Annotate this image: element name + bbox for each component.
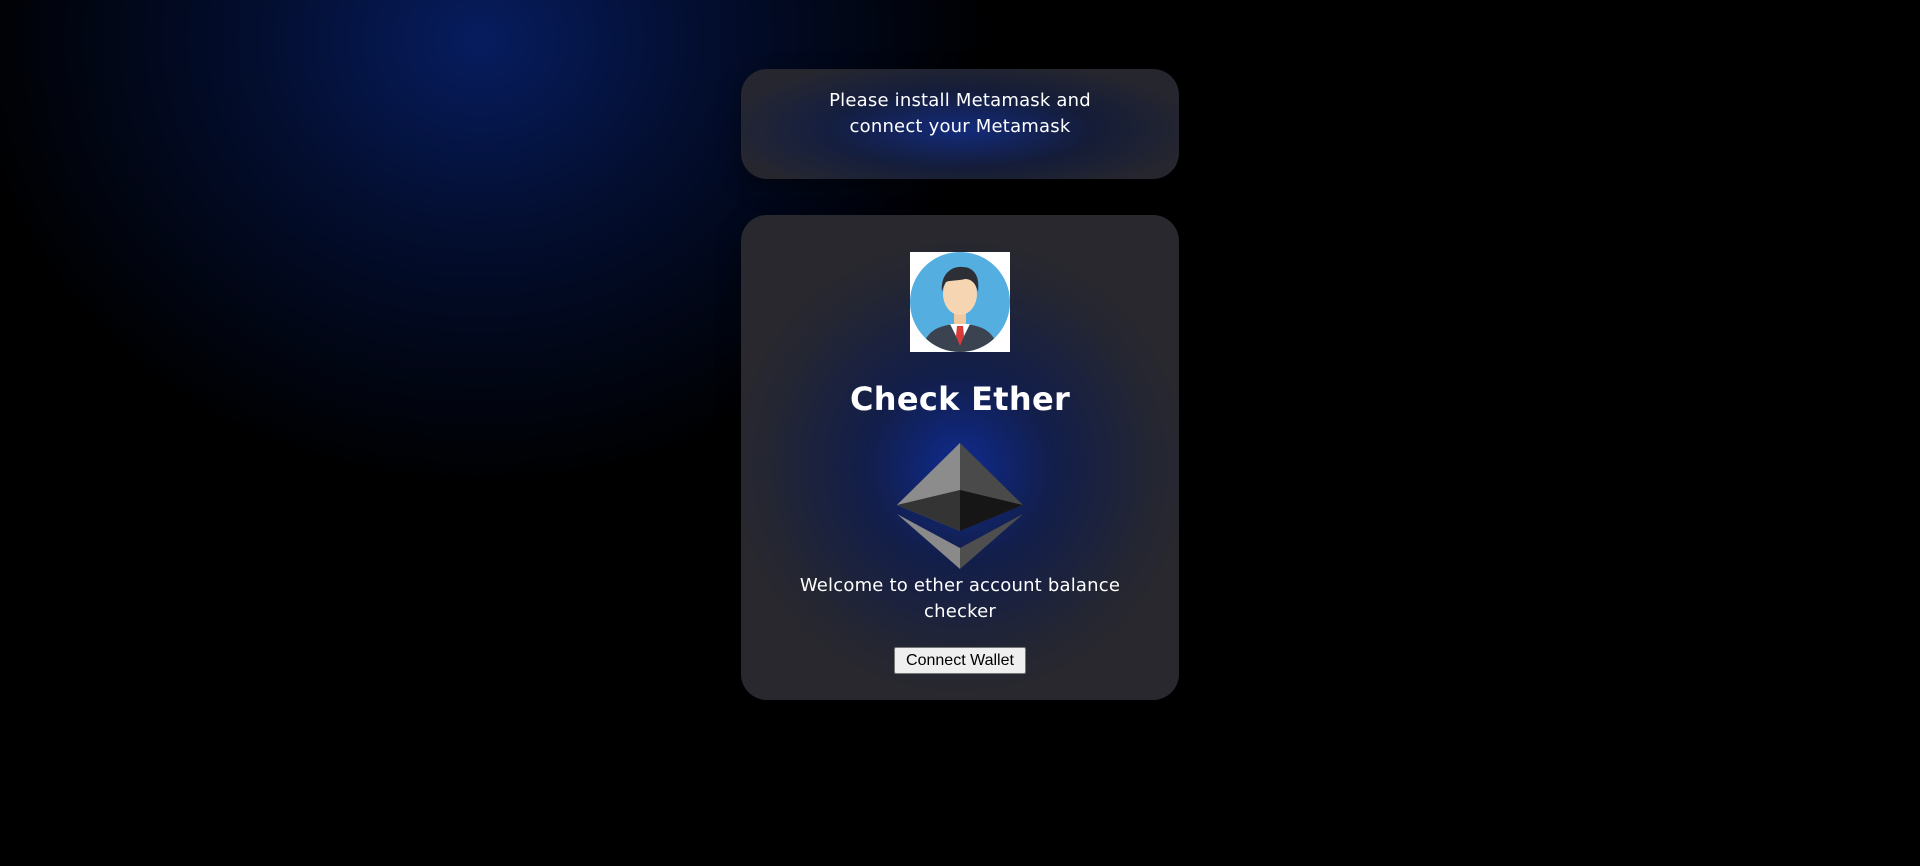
metamask-notice-card: Please install Metamask and connect your…: [741, 69, 1179, 179]
ethereum-logo-icon: [897, 443, 1023, 569]
balance-checker-card: Check Ether Welcome to ether account bal…: [741, 215, 1179, 700]
metamask-notice-text: Please install Metamask and connect your…: [829, 90, 1091, 137]
page-title: Check Ether: [849, 380, 1071, 418]
welcome-text: Welcome to ether account balance checker: [799, 575, 1121, 622]
connect-wallet-button[interactable]: Connect Wallet: [894, 647, 1026, 674]
user-avatar-icon: [910, 252, 1010, 352]
